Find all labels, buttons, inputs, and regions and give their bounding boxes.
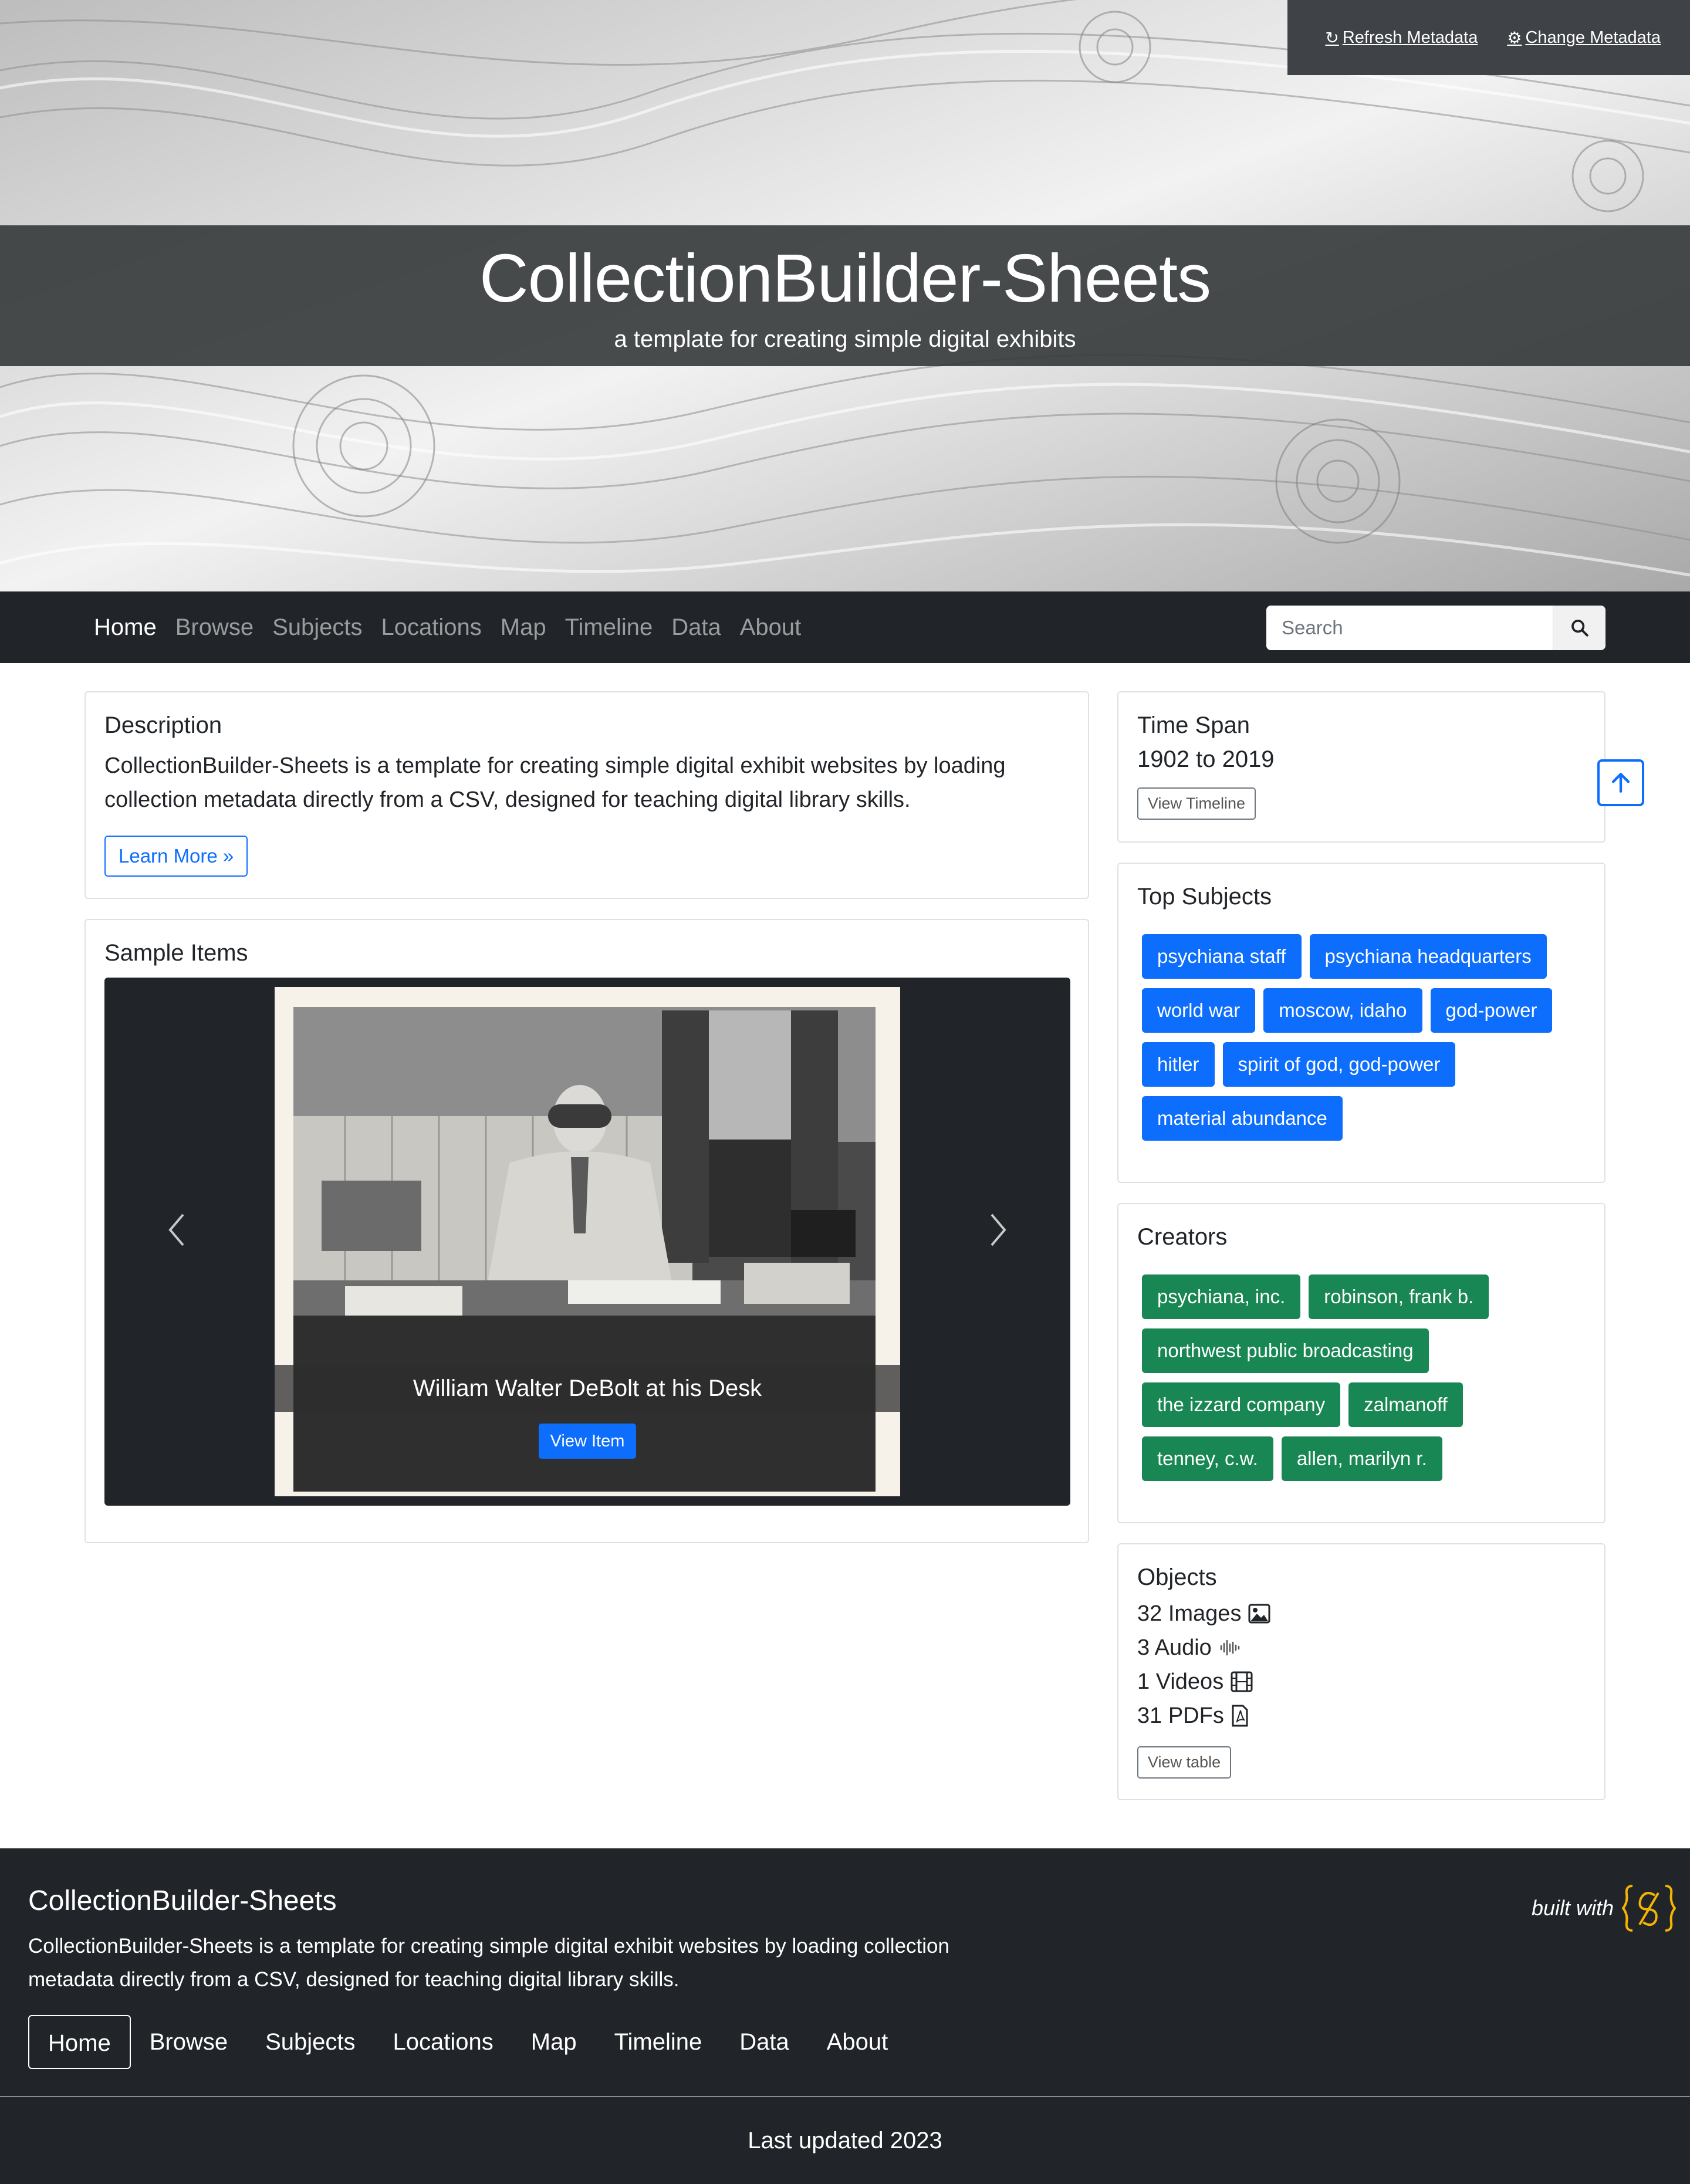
objects-images-row: 32 Images <box>1137 1600 1270 1628</box>
carousel-next-button[interactable] <box>980 1206 1015 1253</box>
metadata-toolbar: ↻ Refresh Metadata ⚙ Change Metadata <box>1287 0 1690 75</box>
creators-heading: Creators <box>1137 1224 1228 1250</box>
subject-badge[interactable]: material abundance <box>1142 1096 1343 1141</box>
learn-more-button[interactable]: Learn More » <box>104 836 248 877</box>
description-heading: Description <box>104 712 222 738</box>
search-icon <box>1571 620 1588 637</box>
sample-items-card: Sample Items William Walter DeBolt at hi… <box>84 919 1089 1543</box>
top-subjects-card: Top Subjects psychiana staff psychiana he… <box>1117 863 1606 1183</box>
nav-item-data[interactable]: Data <box>662 614 731 641</box>
arrow-up-icon <box>1611 773 1630 793</box>
footer-nav-browse[interactable]: Browse <box>131 2015 246 2069</box>
objects-videos-row: 1 Videos <box>1137 1668 1270 1696</box>
chevron-left-icon <box>168 1213 184 1246</box>
sample-items-heading: Sample Items <box>104 940 248 966</box>
creators-card: Creators psychiana, inc. robinson, frank … <box>1117 1203 1606 1523</box>
nav-item-home[interactable]: Home <box>84 614 166 641</box>
audio-waveform-icon <box>1220 1639 1240 1656</box>
creator-badge[interactable]: robinson, frank b. <box>1309 1274 1489 1319</box>
subject-badge[interactable]: god-power <box>1430 988 1553 1033</box>
gear-icon: ⚙ <box>1507 28 1522 47</box>
footer-nav-about[interactable]: About <box>808 2015 907 2069</box>
view-table-button[interactable]: View table <box>1137 1746 1232 1779</box>
objects-audio-count: 3 Audio <box>1137 1635 1212 1660</box>
built-with-label: built with <box>1531 1896 1614 1920</box>
footer-nav-map[interactable]: Map <box>512 2015 596 2069</box>
objects-images-count: 32 Images <box>1137 1601 1242 1626</box>
footer-nav-locations[interactable]: Locations <box>374 2015 512 2069</box>
objects-card: Objects 32 Images 3 Audio 1 Videos 31 PD… <box>1117 1543 1606 1800</box>
time-span-value: 1902 to 2019 <box>1137 746 1275 772</box>
site-tagline: a template for creating simple digital e… <box>614 326 1076 352</box>
carousel-prev-button[interactable] <box>160 1206 195 1253</box>
creator-badge[interactable]: zalmanoff <box>1348 1382 1463 1427</box>
carousel-caption: William Walter DeBolt at his Desk <box>275 1365 900 1412</box>
subject-badge[interactable]: psychiana staff <box>1142 934 1302 979</box>
search-input[interactable] <box>1266 606 1553 650</box>
sample-items-carousel: William Walter DeBolt at his Desk View I… <box>104 978 1070 1506</box>
hero-banner: ↻ Refresh Metadata ⚙ Change Metadata Col… <box>0 0 1690 591</box>
objects-list: 32 Images 3 Audio 1 Videos 31 PDFs <box>1137 1594 1270 1730</box>
site-title: CollectionBuilder-Sheets <box>479 240 1211 316</box>
nav-menu: Home Browse Subjects Locations Map Timel… <box>84 591 810 663</box>
footer-title: CollectionBuilder-Sheets <box>28 1885 337 1916</box>
creator-badge[interactable]: tenney, c.w. <box>1142 1436 1273 1481</box>
refresh-metadata-link[interactable]: ↻ Refresh Metadata <box>1325 28 1478 48</box>
nav-item-browse[interactable]: Browse <box>166 614 263 641</box>
refresh-metadata-label: Refresh Metadata <box>1342 28 1478 47</box>
nav-item-map[interactable]: Map <box>491 614 556 641</box>
objects-pdfs-row: 31 PDFs <box>1137 1702 1270 1730</box>
view-timeline-button[interactable]: View Timeline <box>1137 787 1256 820</box>
creator-badge[interactable]: the izzard company <box>1142 1382 1341 1427</box>
title-band: CollectionBuilder-Sheets a template for … <box>0 225 1690 366</box>
change-metadata-link[interactable]: ⚙ Change Metadata <box>1507 28 1661 48</box>
subject-badge[interactable]: spirit of god, god-power <box>1222 1042 1456 1087</box>
back-to-top-button[interactable] <box>1597 759 1644 806</box>
footer-description: CollectionBuilder-Sheets is a template f… <box>28 1935 949 1991</box>
search-form <box>1266 606 1606 650</box>
nav-item-subjects[interactable]: Subjects <box>263 614 371 641</box>
top-subjects-heading: Top Subjects <box>1137 884 1272 910</box>
objects-audio-row: 3 Audio <box>1137 1634 1270 1662</box>
objects-pdfs-count: 31 PDFs <box>1137 1703 1224 1728</box>
view-item-button[interactable]: View Item <box>539 1424 636 1459</box>
search-button[interactable] <box>1553 606 1606 650</box>
creator-badges: psychiana, inc. robinson, frank b. northw… <box>1142 1274 1600 1490</box>
chevron-right-icon <box>991 1213 1006 1246</box>
nav-item-timeline[interactable]: Timeline <box>556 614 663 641</box>
footer-nav: Home Browse Subjects Locations Map Timel… <box>28 2015 907 2069</box>
subject-badge[interactable]: moscow, idaho <box>1263 988 1422 1033</box>
collectionbuilder-logo-icon <box>1622 1885 1676 1932</box>
change-metadata-label: Change Metadata <box>1525 28 1661 47</box>
image-icon <box>1248 1604 1270 1624</box>
creator-badge[interactable]: psychiana, inc. <box>1142 1274 1301 1319</box>
film-icon <box>1231 1671 1253 1692</box>
footer-nav-timeline[interactable]: Timeline <box>596 2015 721 2069</box>
built-with-link[interactable]: built with <box>1532 1884 1676 1933</box>
description-card: Description CollectionBuilder-Sheets is … <box>84 691 1089 899</box>
nav-item-about[interactable]: About <box>731 614 811 641</box>
footer-nav-data[interactable]: Data <box>721 2015 808 2069</box>
time-span-heading: Time Span <box>1137 712 1250 738</box>
description-text: CollectionBuilder-Sheets is a template f… <box>104 753 1006 812</box>
subject-badges: psychiana staff psychiana headquarters wo… <box>1142 934 1600 1150</box>
creator-badge[interactable]: allen, marilyn r. <box>1281 1436 1442 1481</box>
last-updated: Last updated 2023 <box>0 2097 1690 2184</box>
time-span-card: Time Span 1902 to 2019 View Timeline <box>1117 691 1606 843</box>
objects-heading: Objects <box>1137 1564 1217 1590</box>
subject-badge[interactable]: world war <box>1142 988 1256 1033</box>
nav-item-locations[interactable]: Locations <box>372 614 491 641</box>
objects-videos-count: 1 Videos <box>1137 1669 1224 1694</box>
site-footer: CollectionBuilder-Sheets CollectionBuild… <box>0 1848 1690 2096</box>
pdf-file-icon <box>1232 1705 1248 1727</box>
subject-badge[interactable]: hitler <box>1142 1042 1215 1087</box>
sample-item-photo[interactable] <box>275 987 900 1496</box>
footer-nav-home[interactable]: Home <box>28 2015 131 2069</box>
photo-image <box>293 1007 876 1492</box>
footer-nav-subjects[interactable]: Subjects <box>246 2015 374 2069</box>
subject-badge[interactable]: psychiana headquarters <box>1309 934 1547 979</box>
creator-badge[interactable]: northwest public broadcasting <box>1142 1328 1429 1373</box>
refresh-icon: ↻ <box>1325 28 1339 47</box>
